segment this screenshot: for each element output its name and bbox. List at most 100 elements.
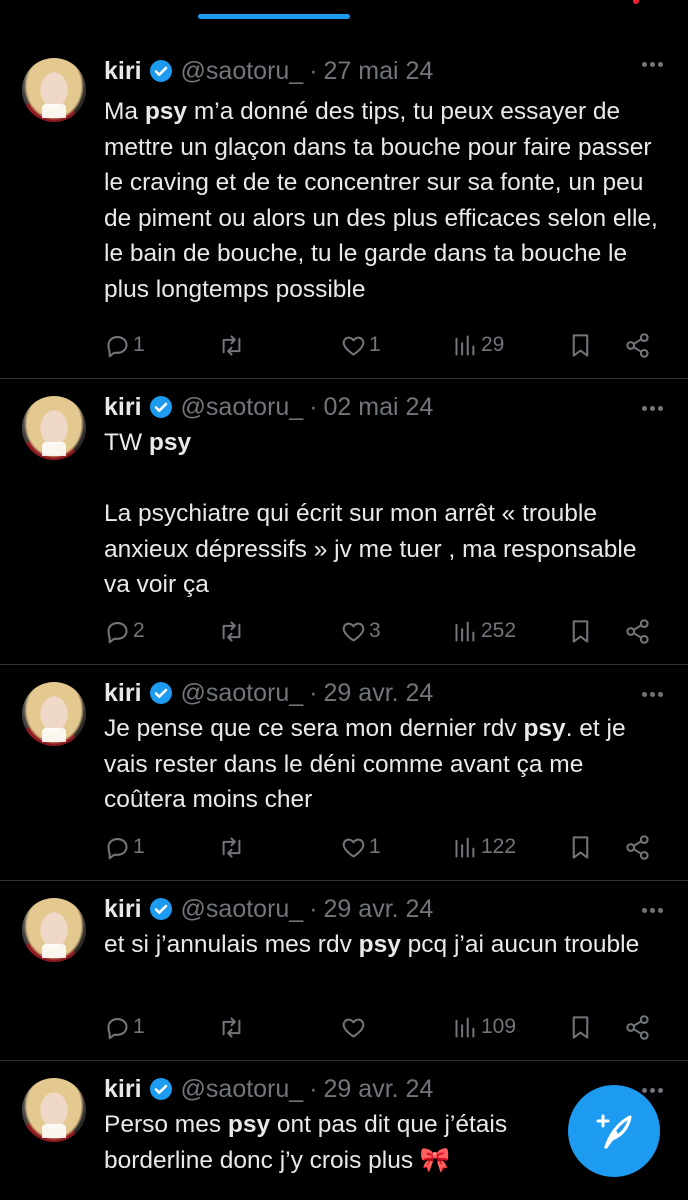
tweet[interactable]: kiri @saotoru_ · 29 avr. 24 et si j’annu…	[0, 880, 688, 1061]
display-name[interactable]: kiri	[104, 1075, 142, 1104]
like-button[interactable]: 3	[340, 614, 381, 648]
bookmark-icon	[572, 835, 589, 859]
retweet-button[interactable]	[218, 830, 247, 864]
heart-icon	[342, 1018, 365, 1038]
tweet-date[interactable]: 29 avr. 24	[324, 1075, 434, 1104]
display-name[interactable]: kiri	[104, 895, 142, 924]
tweet-text: Perso mes psy ont pas dit que j’étais bo…	[104, 1111, 514, 1174]
tweet-actions: 1 1 29	[104, 328, 664, 362]
tweet-text: Ma psy m’a donné des tips, tu peux essay…	[104, 98, 665, 303]
more-options-icon[interactable]	[642, 62, 663, 68]
verified-badge-icon	[149, 682, 172, 704]
reply-count: 1	[133, 333, 145, 356]
bookmark-button[interactable]	[567, 328, 594, 362]
views-button[interactable]: 122	[452, 830, 516, 864]
heart-icon	[342, 622, 365, 642]
tweet-date[interactable]: 29 avr. 24	[324, 895, 434, 924]
bookmark-button[interactable]	[567, 614, 594, 648]
reply-icon	[107, 1017, 128, 1039]
display-name[interactable]: kiri	[104, 393, 142, 422]
more-options-icon[interactable]	[642, 692, 663, 698]
tweet-date[interactable]: 29 avr. 24	[324, 679, 434, 708]
tweet-header: kiri @saotoru_ · 27 mai 24	[104, 56, 433, 86]
like-button[interactable]: 1	[340, 830, 381, 864]
active-tab-indicator	[198, 14, 350, 19]
reply-button[interactable]: 2	[104, 614, 145, 648]
compose-button[interactable]	[568, 1085, 660, 1177]
reply-count: 1	[133, 835, 145, 858]
views-button[interactable]: 252	[452, 614, 516, 648]
highlighted-keyword: psy	[523, 715, 566, 742]
tweet[interactable]: kiri @saotoru_ · 27 mai 24 Ma psy m’a do…	[0, 22, 688, 379]
retweet-icon	[222, 334, 241, 356]
share-icon	[626, 1014, 649, 1040]
verified-badge-icon	[149, 60, 172, 82]
notification-dot	[633, 0, 639, 4]
retweet-icon	[222, 836, 241, 858]
highlighted-keyword: psy	[148, 429, 192, 456]
avatar[interactable]	[22, 1078, 86, 1142]
user-handle[interactable]: @saotoru_	[181, 895, 304, 924]
display-name[interactable]: kiri	[104, 57, 142, 86]
share-button[interactable]	[624, 328, 651, 362]
share-button[interactable]	[624, 830, 651, 864]
retweet-button[interactable]	[218, 328, 247, 362]
user-handle[interactable]: @saotoru_	[181, 1075, 304, 1104]
tweet[interactable]: kiri @saotoru_ · 29 avr. 24 Je pense que…	[0, 664, 688, 881]
bookmark-icon	[572, 333, 589, 357]
more-options-icon[interactable]	[642, 406, 663, 412]
highlighted-keyword: psy	[144, 98, 188, 125]
tweet-text: et si j’annulais mes rdv psy pcq j’ai au…	[104, 931, 640, 958]
reply-button[interactable]: 1	[104, 830, 145, 864]
avatar[interactable]	[22, 396, 86, 460]
user-handle[interactable]: @saotoru_	[181, 393, 304, 422]
retweet-icon	[222, 1016, 241, 1038]
heart-icon	[342, 336, 365, 356]
share-button[interactable]	[624, 614, 651, 648]
views-icon	[455, 620, 475, 642]
avatar[interactable]	[22, 58, 86, 122]
user-handle[interactable]: @saotoru_	[181, 57, 304, 86]
view-count: 122	[481, 835, 517, 858]
bookmark-button[interactable]	[567, 830, 594, 864]
compose-icon	[596, 1114, 632, 1149]
display-name[interactable]: kiri	[104, 679, 142, 708]
share-icon	[626, 332, 649, 358]
like-button[interactable]	[340, 1010, 369, 1044]
bookmark-icon	[572, 619, 589, 643]
bookmark-button[interactable]	[567, 1010, 594, 1044]
tweet-date[interactable]: 27 mai 24	[324, 57, 434, 86]
tweet-header: kiri @saotoru_ · 29 avr. 24	[104, 894, 433, 924]
views-button[interactable]: 109	[452, 1010, 516, 1044]
view-count: 29	[481, 333, 505, 356]
reply-button[interactable]: 1	[104, 1010, 145, 1044]
user-handle[interactable]: @saotoru_	[181, 679, 304, 708]
views-icon	[455, 836, 475, 858]
more-options-icon[interactable]	[642, 908, 663, 914]
views-button[interactable]: 29	[452, 328, 504, 362]
heart-icon	[342, 838, 365, 858]
avatar[interactable]	[22, 898, 86, 962]
reply-count: 1	[133, 1015, 145, 1038]
retweet-button[interactable]	[218, 614, 247, 648]
tweet-text: TW psy La psychiatre qui écrit sur mon a…	[104, 429, 637, 598]
reply-icon	[107, 335, 128, 357]
like-count: 3	[369, 619, 381, 642]
like-button[interactable]: 1	[340, 328, 381, 362]
separator: ·	[309, 1074, 318, 1103]
tweet-header: kiri @saotoru_ · 02 mai 24	[104, 392, 433, 422]
separator: ·	[309, 894, 318, 923]
tweet-text: Je pense que ce sera mon dernier rdv psy…	[104, 715, 633, 813]
views-icon	[455, 334, 475, 356]
avatar[interactable]	[22, 682, 86, 746]
share-icon	[626, 618, 649, 644]
retweet-button[interactable]	[218, 1010, 247, 1044]
top-tab-bar	[0, 0, 688, 22]
tweet[interactable]: kiri @saotoru_ · 02 mai 24 TW psy La psy…	[0, 378, 688, 665]
highlighted-keyword: psy	[358, 931, 401, 958]
views-icon	[455, 1016, 475, 1038]
tweet-date[interactable]: 02 mai 24	[324, 393, 434, 422]
reply-button[interactable]: 1	[104, 328, 145, 362]
share-button[interactable]	[624, 1010, 651, 1044]
more-options-icon[interactable]	[642, 1088, 663, 1094]
